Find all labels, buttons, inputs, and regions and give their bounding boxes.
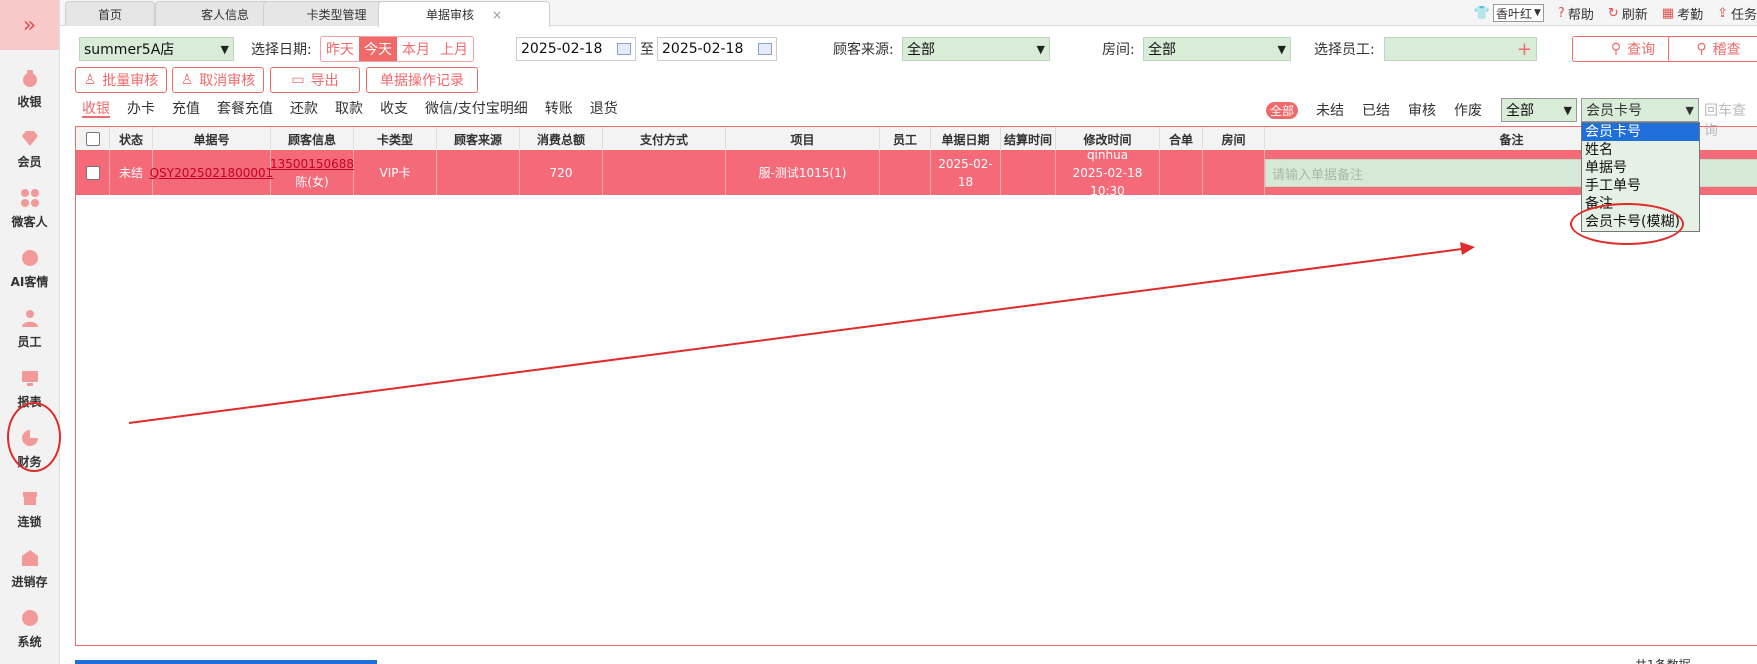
app-root: » 收银 会员 微客人 AI客情 员工 报表 财务 连锁 进销存 系统 首页 客… (0, 0, 1757, 664)
arrow-head (1460, 242, 1475, 255)
annotation-arrow (128, 242, 1475, 424)
arrow-line (128, 248, 1463, 424)
